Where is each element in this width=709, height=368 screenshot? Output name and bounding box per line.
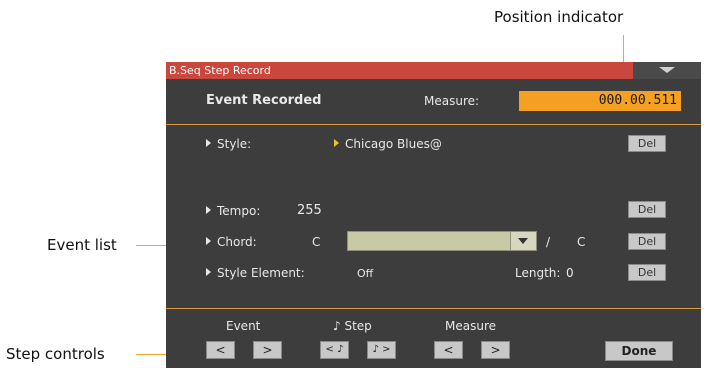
style-element-value[interactable]: Off	[357, 267, 373, 280]
dropdown-button[interactable]	[510, 232, 536, 250]
step-record-screen: B.Seq Step Record Event Recorded Measure…	[166, 62, 701, 368]
measure-nav-label: Measure	[445, 319, 496, 333]
expand-arrow-icon	[206, 139, 211, 147]
position-indicator-callout: Position indicator	[494, 8, 624, 26]
style-element-event-row[interactable]: Style Element:	[206, 266, 305, 280]
length-value[interactable]: 0	[566, 266, 574, 280]
event-recorded-header: Event Recorded Measure: 000.00.511	[166, 79, 701, 125]
title-bar: B.Seq Step Record	[166, 62, 701, 79]
chord-root[interactable]: C	[312, 235, 320, 249]
tempo-label: Tempo:	[217, 204, 261, 218]
chord-slash: /	[546, 235, 551, 249]
style-event-row[interactable]: Style:	[206, 137, 251, 151]
style-del-button[interactable]: Del	[628, 135, 666, 152]
chord-event-row[interactable]: Chord:	[206, 235, 257, 249]
step-controls: Event ♪ Step Measure < > < ♪ ♪ > < > Don…	[166, 308, 701, 368]
chord-del-button[interactable]: Del	[628, 233, 666, 250]
page-menu-button[interactable]	[633, 62, 701, 79]
expand-arrow-icon	[206, 268, 211, 276]
event-list: Style: Chicago Blues@ Del Tempo: 255 Del…	[166, 125, 701, 308]
chevron-down-icon	[518, 238, 528, 244]
measure-position-field[interactable]: 000.00.511	[519, 91, 681, 111]
tempo-del-button[interactable]: Del	[628, 201, 666, 218]
step-controls-callout: Step controls	[6, 345, 105, 363]
triangle-down-icon	[659, 67, 675, 73]
event-nav-label: Event	[226, 319, 261, 333]
length-label: Length:	[515, 266, 561, 280]
chord-bass[interactable]: C	[577, 235, 585, 249]
style-label: Style:	[217, 137, 252, 151]
event-list-callout: Event list	[47, 236, 117, 254]
step-next-button[interactable]: ♪ >	[367, 341, 396, 359]
style-pointer-icon	[334, 139, 339, 147]
measure-next-button[interactable]: >	[481, 341, 510, 359]
tempo-value[interactable]: 255	[297, 203, 322, 218]
measure-prev-button[interactable]: <	[434, 341, 463, 359]
step-nav-label: ♪ Step	[333, 319, 372, 333]
step-prev-button[interactable]: < ♪	[320, 341, 349, 359]
expand-arrow-icon	[206, 206, 211, 214]
window-title: B.Seq Step Record	[169, 64, 271, 77]
chord-label: Chord:	[217, 235, 257, 249]
style-value[interactable]: Chicago Blues@	[334, 137, 442, 151]
event-recorded-label: Event Recorded	[206, 93, 322, 108]
style-element-label: Style Element:	[217, 266, 305, 280]
tempo-event-row[interactable]: Tempo:	[206, 204, 260, 218]
done-button[interactable]: Done	[605, 341, 673, 361]
style-name: Chicago Blues@	[345, 137, 442, 151]
event-prev-button[interactable]: <	[206, 341, 235, 359]
event-next-button[interactable]: >	[253, 341, 282, 359]
style-element-del-button[interactable]: Del	[628, 264, 666, 281]
expand-arrow-icon	[206, 237, 211, 245]
measure-label: Measure:	[424, 94, 480, 108]
chord-type-dropdown[interactable]	[347, 231, 537, 251]
